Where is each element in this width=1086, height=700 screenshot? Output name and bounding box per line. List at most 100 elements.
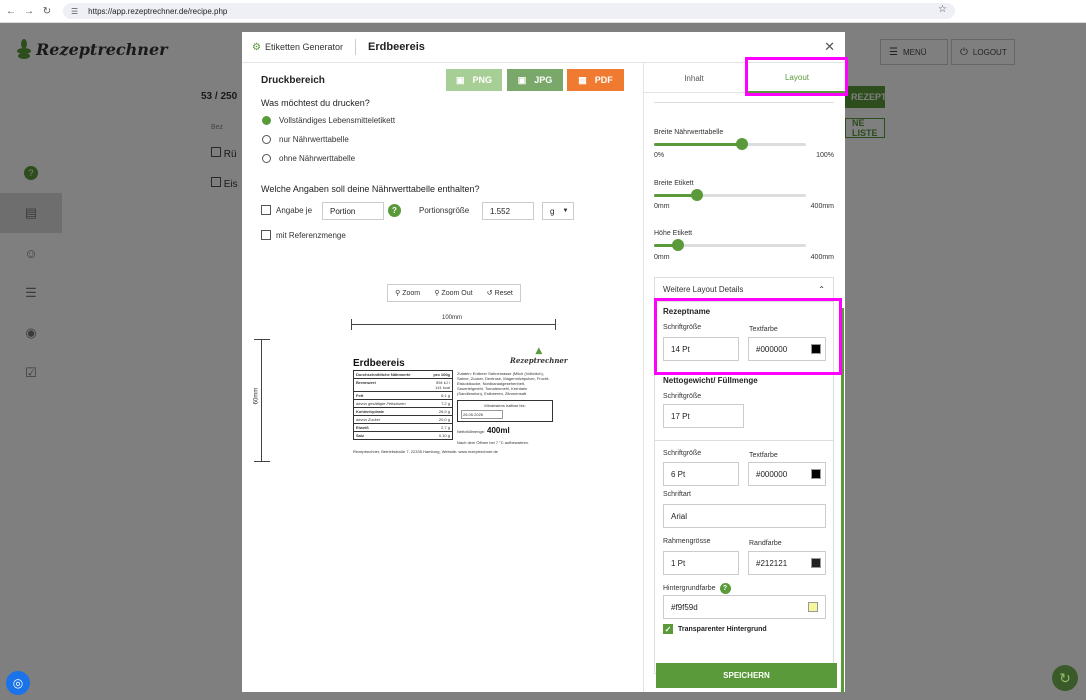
zoom-out-button[interactable]: ⚲ Zoom Out (434, 289, 472, 297)
table-row: davon gesättigte Fettsäuren 7,2 g (354, 401, 452, 408)
generator-label: Etiketten Generator (264, 42, 344, 52)
zoom-in-button[interactable]: ⚲ Zoom (395, 289, 420, 297)
slider-handle[interactable] (672, 239, 685, 251)
slider-min: 0mm (654, 254, 670, 261)
table-row: Kohlenhydrate 26,9 g (354, 409, 452, 416)
rezeptname-size-label: Schriftgröße (663, 324, 702, 331)
details-accordion-header[interactable]: Weitere Layout Details ⌃ (655, 278, 833, 302)
scrollbar-thumb[interactable] (841, 308, 844, 693)
tab-content[interactable]: Inhalt (644, 63, 744, 93)
bg-color-label-row: Hintergrundfarbe ? (663, 583, 731, 594)
tab-bar: Inhalt Layout (644, 63, 846, 93)
table-question: Welche Angaben soll deine Nährwerttabell… (261, 184, 480, 194)
site-settings-icon[interactable]: ☰ (71, 7, 78, 16)
image-icon: ▣ (455, 74, 465, 85)
radio[interactable] (262, 154, 271, 163)
checkbox-checked[interactable]: ✓ (663, 624, 673, 634)
border-size-input[interactable]: 1 Pt (663, 551, 739, 575)
portion-size-input[interactable]: 1.552 (482, 202, 534, 220)
export-jpg-button[interactable]: ▣ JPG (507, 69, 563, 91)
per-checkbox-row[interactable]: Angabe je (261, 205, 312, 215)
close-icon[interactable]: ✕ (824, 39, 835, 55)
slider-label-height[interactable] (654, 239, 806, 251)
settings-pane: Inhalt Layout Breite Nährwerttabelle 0% 1… (643, 63, 846, 693)
help-icon[interactable]: ? (388, 204, 401, 217)
preview-logo: ▲ Rezeptrechner (510, 346, 568, 365)
preview-nutrition-table: Durchschnittliche Nährwerte pro 100g Bre… (353, 370, 453, 440)
help-icon[interactable]: ? (719, 583, 731, 594)
slider-label-label-height: Höhe Etikett (654, 230, 693, 237)
rezeptname-color-label: Textfarbe (749, 326, 778, 333)
magnifier-icon: ⚲ (434, 290, 440, 297)
transparent-bg-row[interactable]: ✓ Transparenter Hintergrund (663, 624, 767, 634)
reload-icon[interactable]: ↻ (40, 4, 54, 18)
save-button[interactable]: SPEICHERN (656, 663, 837, 688)
image-icon: ▣ (517, 74, 527, 85)
print-option-full[interactable]: Vollständiges Lebensmitteletikett (262, 116, 395, 125)
print-option-no-table[interactable]: ohne Nährwerttabelle (262, 154, 355, 163)
netto-size-label: Schriftgröße (663, 393, 702, 400)
preview-net-quantity: Nettofüllmenge: 400ml (457, 426, 510, 435)
print-area-title: Druckbereich (261, 75, 325, 86)
print-question: Was möchtest du drucken? (261, 98, 370, 108)
table-row: Fett 6,1 g (354, 393, 452, 400)
url-text: https://app.rezeptrechner.de/recipe.php (88, 6, 228, 16)
fingerprint-icon[interactable]: ◎ (6, 671, 30, 695)
general-size-label: Schriftgröße (663, 450, 702, 457)
export-pdf-button[interactable]: ▦ PDF (567, 69, 624, 91)
slider-fill (654, 143, 743, 146)
slider-label-width[interactable] (654, 189, 806, 201)
table-row: Brennwert 594 kJ / 141 kcal (354, 380, 452, 392)
bookmark-star-icon[interactable]: ☆ (938, 4, 947, 15)
logo-leaf-icon: ▲ (535, 346, 543, 356)
tab-layout[interactable]: Layout (748, 63, 846, 93)
url-bar[interactable]: ☰ https://app.rezeptrechner.de/recipe.ph… (63, 3, 955, 19)
color-swatch[interactable] (811, 344, 821, 354)
radio[interactable] (262, 135, 271, 144)
slider-max: 400mm (810, 203, 834, 210)
bg-color-input[interactable]: #f9f59d (663, 595, 826, 619)
slider-table-width[interactable] (654, 138, 806, 150)
general-size-input[interactable]: 6 Pt (663, 462, 739, 486)
preview-ingredients: Zutaten: Erdbeer Sahnemasse (Milch (Voll… (457, 371, 550, 396)
border-color-label: Randfarbe (749, 540, 782, 547)
slider-handle[interactable] (736, 138, 749, 150)
reference-checkbox-row[interactable]: mit Referenzmenge (261, 230, 346, 240)
print-area-pane: Druckbereich ▣ PNG ▣ JPG ▦ PDF Was möchtest… (242, 63, 643, 692)
reset-icon: ↺ (486, 290, 493, 297)
slider-min: 0% (654, 152, 665, 159)
preview-mhd-box: Mindestens haltbar bis: 26.05.2026 (457, 400, 553, 422)
browser-toolbar: ← → ↻ ☰ https://app.rezeptrechner.de/rec… (0, 0, 1086, 23)
slider-label-label-width: Breite Etikett (654, 180, 694, 187)
reference-checkbox[interactable] (261, 230, 271, 240)
caret-down-icon: ▼ (562, 208, 569, 214)
print-option-table-only[interactable]: nur Nährwerttabelle (262, 135, 349, 144)
forward-icon[interactable]: → (22, 4, 36, 18)
rezeptname-size-input[interactable]: 14 Pt (663, 337, 739, 361)
netto-size-input[interactable]: 17 Pt (663, 404, 744, 428)
slider-max: 100% (816, 152, 834, 159)
per-checkbox[interactable] (261, 205, 271, 215)
refresh-fab-icon[interactable]: ↻ (1052, 665, 1078, 691)
portion-size-label: Portionsgröße (419, 206, 470, 215)
table-row: Eiweiß 2,7 g (354, 425, 452, 432)
color-swatch[interactable] (811, 558, 821, 568)
color-swatch[interactable] (811, 469, 821, 479)
magnifier-icon: ⚲ (395, 290, 401, 297)
unit-select[interactable]: g ▼ (542, 202, 574, 220)
table-row: davon Zucker 20,0 g (354, 417, 452, 424)
color-swatch[interactable] (808, 602, 818, 612)
preview-recipe-name: Erdbeereis (353, 358, 405, 369)
per-select[interactable]: Portion (322, 202, 384, 220)
font-select[interactable]: Arial (663, 504, 826, 528)
table-row: Salz 0,10 g (356, 433, 450, 438)
back-icon[interactable]: ← (4, 4, 18, 18)
general-color-label: Textfarbe (749, 452, 778, 459)
slider-handle[interactable] (690, 189, 703, 201)
reset-button[interactable]: ↺ Reset (487, 289, 513, 297)
width-dimension-label: 100mm (442, 315, 463, 321)
export-png-button[interactable]: ▣ PNG (446, 69, 502, 91)
radio-selected[interactable] (262, 116, 271, 125)
modal-title: Erdbeereis (368, 41, 425, 53)
modal-header: ⚙ Etiketten Generator Erdbeereis ✕ (242, 32, 845, 63)
